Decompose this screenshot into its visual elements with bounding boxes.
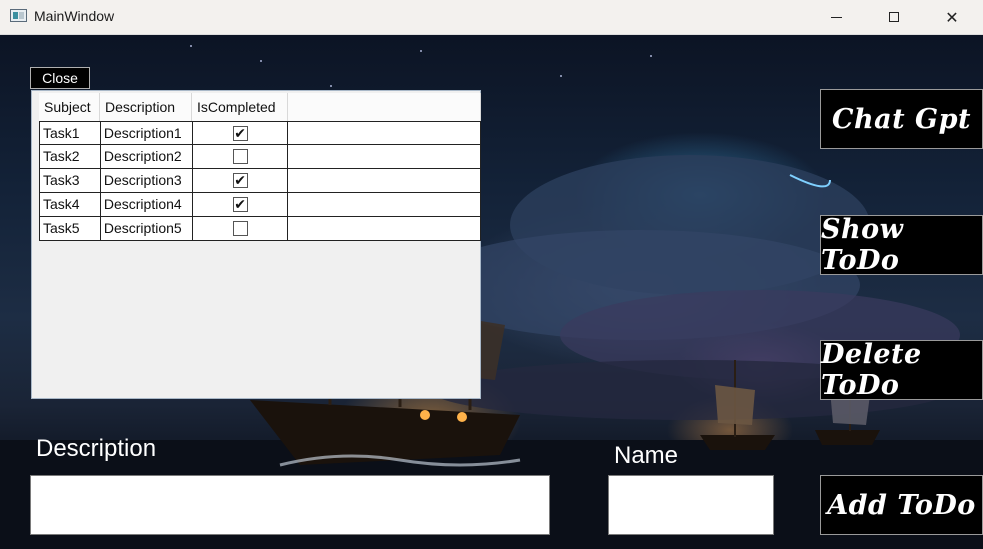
cell-description[interactable]: Description3 <box>101 169 193 192</box>
show-todo-button[interactable]: Show ToDo <box>820 214 983 276</box>
cell-iscompleted: ✔ <box>193 193 289 216</box>
completed-checkbox[interactable] <box>232 149 248 164</box>
close-button[interactable]: Close <box>30 67 90 89</box>
minimize-icon <box>830 16 842 18</box>
table-row[interactable]: Task5 Description5 <box>39 217 482 241</box>
column-header-iscompleted[interactable]: IsCompleted <box>192 93 288 121</box>
cell-subject[interactable]: Task1 <box>40 122 101 145</box>
cell-filler <box>288 122 482 145</box>
cell-filler <box>288 145 482 168</box>
cell-filler <box>288 217 482 240</box>
grid-header: Subject Description IsCompleted <box>39 93 481 122</box>
cell-subject[interactable]: Task2 <box>40 145 101 168</box>
cell-filler <box>288 169 482 192</box>
column-header-filler <box>288 93 481 121</box>
star <box>560 75 562 77</box>
completed-checkbox[interactable]: ✔ <box>232 173 248 188</box>
todo-datagrid[interactable]: Subject Description IsCompleted Task1 De… <box>31 90 482 399</box>
close-icon: ✕ <box>945 7 959 27</box>
star <box>190 45 192 47</box>
star <box>650 55 652 57</box>
cell-description[interactable]: Description1 <box>101 122 193 145</box>
cell-iscompleted: ✔ <box>193 169 289 192</box>
star <box>260 60 262 62</box>
table-row[interactable]: Task4 Description4 ✔ <box>39 193 482 217</box>
table-row[interactable]: Task2 Description2 <box>39 145 482 169</box>
cell-iscompleted <box>193 145 289 168</box>
completed-checkbox[interactable]: ✔ <box>232 126 248 141</box>
name-input[interactable] <box>608 475 774 535</box>
maximize-icon <box>889 12 899 22</box>
window-title: MainWindow <box>34 8 115 24</box>
completed-checkbox[interactable]: ✔ <box>232 197 248 212</box>
cell-filler <box>288 193 482 216</box>
description-input[interactable] <box>30 475 550 535</box>
minimize-button[interactable] <box>807 0 865 34</box>
cell-subject[interactable]: Task5 <box>40 217 101 240</box>
star <box>330 85 332 87</box>
delete-todo-button[interactable]: Delete ToDo <box>820 339 983 401</box>
cell-description[interactable]: Description2 <box>101 145 193 168</box>
cell-subject[interactable]: Task4 <box>40 193 101 216</box>
chat-gpt-button[interactable]: Chat Gpt <box>820 89 983 149</box>
title-bar: MainWindow ✕ <box>0 0 983 35</box>
table-row[interactable]: Task3 Description3 ✔ <box>39 169 482 193</box>
maximize-button[interactable] <box>865 0 923 34</box>
add-todo-button[interactable]: Add ToDo <box>820 475 983 535</box>
close-window-button[interactable]: ✕ <box>923 0 981 34</box>
column-header-subject[interactable]: Subject <box>39 93 100 121</box>
app-window-icon <box>10 9 27 22</box>
cell-subject[interactable]: Task3 <box>40 169 101 192</box>
star <box>420 50 422 52</box>
completed-checkbox[interactable] <box>232 221 248 236</box>
table-row[interactable]: Task1 Description1 ✔ <box>39 121 482 145</box>
name-label: Name <box>614 442 679 469</box>
cell-description[interactable]: Description4 <box>101 193 193 216</box>
grid-rows: Task1 Description1 ✔ Task2 Description2 … <box>39 121 482 241</box>
cell-iscompleted: ✔ <box>193 122 289 145</box>
cell-description[interactable]: Description5 <box>101 217 193 240</box>
cell-iscompleted <box>193 217 289 240</box>
description-label: Description <box>36 435 157 462</box>
column-header-description[interactable]: Description <box>100 93 192 121</box>
